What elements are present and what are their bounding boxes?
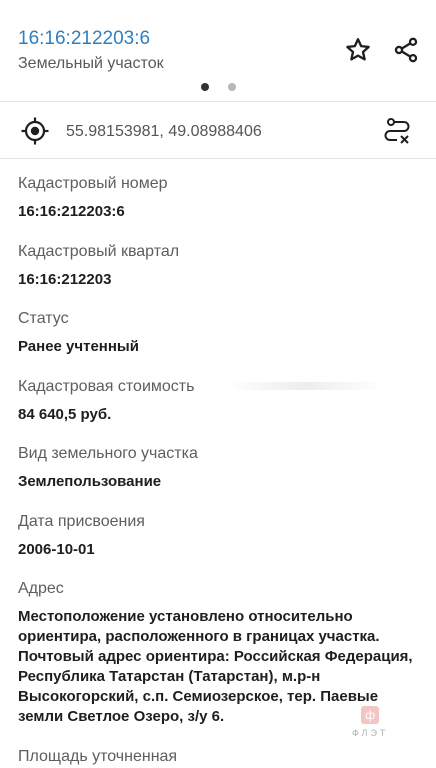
field-value[interactable]: 2006-10-01: [18, 540, 422, 560]
locate-button[interactable]: [20, 116, 50, 146]
crosshair-icon: [21, 117, 49, 145]
field-label: Площадь уточненная: [18, 748, 178, 765]
field-cadastral-value: Кадастровая стоимость 84 640,5 руб.: [18, 362, 422, 430]
address-line: Почтовый адрес ориентира: Российская Фед…: [18, 648, 413, 665]
address-line: Высокогорский, с.п. Семиозерское, тер. П…: [18, 688, 379, 705]
route-icon: [384, 118, 410, 144]
field-assigned-date: Дата присвоения 2006-10-01: [18, 497, 422, 565]
pager-dot[interactable]: [227, 83, 236, 91]
address-line: ориентира, расположенного в границах уча…: [18, 628, 380, 645]
field-value[interactable]: 16:16:212203: [18, 270, 422, 290]
watermark-logo-icon: ф: [361, 706, 380, 724]
field-cadastral-block: Кадастровый квартал 16:16:212203: [18, 227, 422, 295]
favorite-button[interactable]: [342, 34, 374, 66]
watermark-text: ФЛЭТ: [352, 728, 389, 738]
details-list: Кадастровый номер 16:16:212203:6 Кадастр…: [0, 159, 436, 768]
field-value[interactable]: Ранее учтенный: [18, 337, 422, 357]
share-button[interactable]: [390, 34, 422, 66]
blurred-overlay: [226, 382, 386, 390]
field-label: Кадастровый квартал: [18, 242, 180, 260]
pager-indicator: [0, 83, 436, 91]
field-cadastral-number: Кадастровый номер 16:16:212203:6: [18, 159, 422, 227]
star-outline-icon: [346, 38, 370, 61]
field-label: Статус: [18, 310, 69, 327]
address-line: Местоположение установлено относительно: [18, 608, 353, 625]
field-label: Адрес: [18, 580, 64, 597]
page-title: 16:16:212203:6: [18, 28, 151, 49]
address-line: Республика Татарстан (Татарстан), м.р-н: [18, 668, 321, 685]
watermark: ф ФЛЭТ: [352, 706, 388, 738]
field-land-type: Вид земельного участка Землепользование: [18, 429, 422, 497]
field-label: Вид земельного участка: [18, 445, 198, 462]
field-value[interactable]: 16:16:212203:6: [18, 202, 422, 222]
field-address: Адрес Местоположение установлено относит…: [18, 564, 422, 727]
coordinates-row: 55.98153981, 49.08988406: [0, 102, 436, 159]
field-value[interactable]: Землепользование: [18, 472, 422, 492]
field-label: Дата присвоения: [18, 512, 145, 530]
share-icon: [394, 37, 418, 63]
page-subtitle: Земельный участок: [18, 55, 164, 72]
field-status: Статус Ранее учтенный: [18, 294, 422, 362]
pager-dot-active[interactable]: [200, 83, 209, 91]
header: 16:16:212203:6 Земельный участок: [0, 0, 436, 102]
route-button[interactable]: [381, 115, 413, 147]
field-value[interactable]: 84 640,5 руб.: [18, 405, 422, 425]
coordinates-text[interactable]: 55.98153981, 49.08988406: [66, 123, 262, 141]
field-label: Кадастровый номер: [18, 175, 168, 192]
